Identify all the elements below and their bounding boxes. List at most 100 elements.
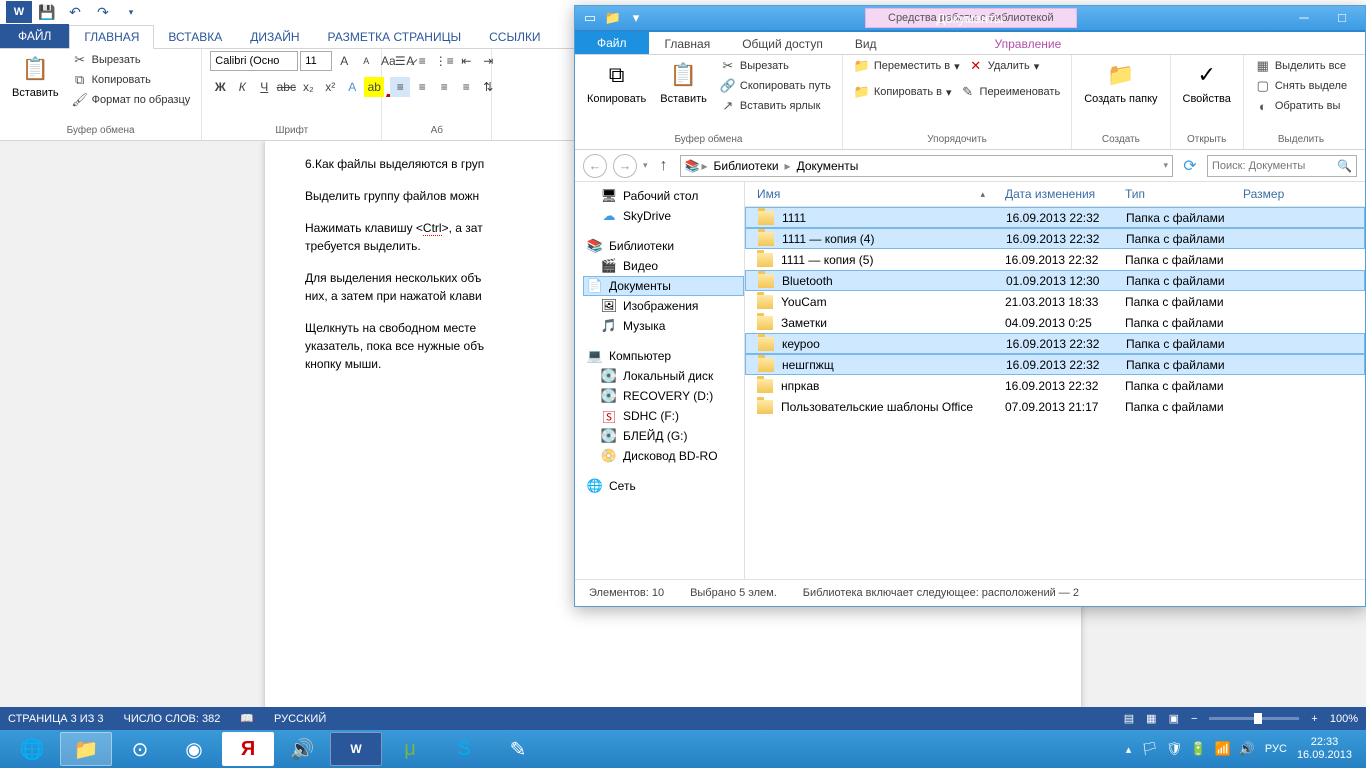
address-bar[interactable]: 📚 ▸ Библиотеки ▸ Документы ▾ <box>680 155 1173 177</box>
superscript-icon[interactable]: x² <box>320 77 340 97</box>
tree-desktop[interactable]: 🖥Рабочий стол <box>583 186 744 206</box>
tree-bd[interactable]: 📀Дисковод BD-RO <box>583 446 744 466</box>
italic-icon[interactable]: К <box>232 77 252 97</box>
nav-back-button[interactable]: ← <box>583 154 607 178</box>
col-name[interactable]: Имя▴ <box>745 187 1005 201</box>
ex-selnone-button[interactable]: ▢Снять выделе <box>1252 77 1350 95</box>
tree-music[interactable]: 🎵Музыка <box>583 316 744 336</box>
tray-clock[interactable]: 22:33 16.09.2013 <box>1297 736 1352 762</box>
status-language[interactable]: РУССКИЙ <box>274 713 326 725</box>
align-right-icon[interactable]: ≡ <box>434 77 454 97</box>
tray-language[interactable]: РУС <box>1265 743 1287 755</box>
explorer-titlebar[interactable]: ▭ 📁 ▾ Средства работы с библиотекой Доку… <box>575 6 1365 32</box>
nav-forward-button[interactable]: → <box>613 154 637 178</box>
refresh-button[interactable]: ⟳ <box>1179 155 1201 177</box>
taskbar-chrome[interactable]: ◉ <box>168 732 220 766</box>
word-tab-home[interactable]: ГЛАВНАЯ <box>69 25 154 49</box>
highlight-icon[interactable]: ab <box>364 77 384 97</box>
tree-computer[interactable]: 💻Компьютер <box>583 346 744 366</box>
explorer-tab-view[interactable]: Вид <box>839 34 893 54</box>
explorer-tab-home[interactable]: Главная <box>649 34 727 54</box>
zoom-level[interactable]: 100% <box>1330 713 1358 725</box>
file-row[interactable]: нешгпжщ16.09.2013 22:32Папка с файлами <box>745 354 1365 375</box>
undo-icon[interactable]: ↶ <box>62 1 88 23</box>
word-tab-design[interactable]: ДИЗАЙН <box>236 26 313 48</box>
redo-icon[interactable]: ↷ <box>90 1 116 23</box>
ex-paste-button[interactable]: 📋Вставить <box>656 57 711 107</box>
strike-icon[interactable]: abc <box>276 77 296 97</box>
nav-up-button[interactable]: ↑ <box>654 156 674 176</box>
breadcrumb[interactable]: Документы <box>793 159 863 173</box>
file-row[interactable]: 1111 — копия (4)16.09.2013 22:32Папка с … <box>745 228 1365 249</box>
save-icon[interactable]: 💾 <box>34 1 60 23</box>
ex-move-button[interactable]: 📁Переместить в ▾ <box>851 57 963 75</box>
ex-copypath-button[interactable]: 🔗Скопировать путь <box>717 77 834 95</box>
format-painter-button[interactable]: 🖌Формат по образцу <box>69 91 194 109</box>
align-center-icon[interactable]: ≡ <box>412 77 432 97</box>
col-date[interactable]: Дата изменения <box>1005 187 1125 201</box>
qat-dropdown-icon[interactable]: ▾ <box>118 1 144 23</box>
ex-newfolder-button[interactable]: 📁Создать папку <box>1080 57 1161 107</box>
nav-history-dropdown[interactable]: ▾ <box>643 160 648 171</box>
minimize-button[interactable]: ─ <box>1285 6 1323 28</box>
tree-recovery[interactable]: 💽RECOVERY (D:) <box>583 386 744 406</box>
breadcrumb[interactable]: Библиотеки <box>710 159 783 173</box>
tray-sound-icon[interactable]: 🔊 <box>1239 741 1255 757</box>
align-left-icon[interactable]: ≡ <box>390 77 410 97</box>
word-app-icon[interactable]: W <box>6 1 32 23</box>
word-tab-layout[interactable]: РАЗМЕТКА СТРАНИЦЫ <box>314 26 476 48</box>
multilevel-icon[interactable]: ⋮≡ <box>434 51 454 71</box>
grow-font-icon[interactable]: A <box>334 51 354 71</box>
taskbar-word[interactable]: W <box>330 732 382 766</box>
tree-videos[interactable]: 🎬Видео <box>583 256 744 276</box>
taskbar-utorrent[interactable]: μ <box>384 732 436 766</box>
col-size[interactable]: Размер <box>1243 187 1323 201</box>
explorer-tab-manage[interactable]: Управление <box>979 34 1078 54</box>
search-input[interactable]: Поиск: Документы🔍 <box>1207 155 1357 177</box>
tree-sdhc[interactable]: 🅂SDHC (F:) <box>583 406 744 426</box>
tray-flag-icon[interactable]: 🏳 <box>1141 741 1158 757</box>
copy-button[interactable]: ⧉Копировать <box>69 71 194 89</box>
tree-libraries[interactable]: 📚Библиотеки <box>583 236 744 256</box>
taskbar-yandex[interactable]: Я <box>222 732 274 766</box>
file-row[interactable]: кеурoo16.09.2013 22:32Папка с файлами <box>745 333 1365 354</box>
tray-shield-icon[interactable]: 🛡 <box>1166 741 1183 757</box>
shrink-font-icon[interactable]: A <box>356 51 376 71</box>
explorer-tab-file[interactable]: Файл <box>575 32 649 54</box>
tray-wifi-icon[interactable]: 📶 <box>1215 741 1231 757</box>
ex-rename-button[interactable]: ✎Переименовать <box>957 83 1064 101</box>
view-print-icon[interactable]: ▦ <box>1146 712 1156 725</box>
bullets-icon[interactable]: ☰ <box>390 51 410 71</box>
tree-documents[interactable]: 📄Документы <box>583 276 744 296</box>
tree-pictures[interactable]: 🖼Изображения <box>583 296 744 316</box>
zoom-slider[interactable] <box>1209 717 1299 720</box>
underline-icon[interactable]: Ч <box>254 77 274 97</box>
paste-button[interactable]: 📋 Вставить <box>8 51 63 101</box>
file-row[interactable]: 111116.09.2013 22:32Папка с файлами <box>745 207 1365 228</box>
explorer-tab-share[interactable]: Общий доступ <box>726 34 839 54</box>
maximize-button[interactable]: □ <box>1323 6 1361 28</box>
cut-button[interactable]: ✂Вырезать <box>69 51 194 69</box>
word-tab-file[interactable]: ФАЙЛ <box>0 24 69 48</box>
status-words[interactable]: ЧИСЛО СЛОВ: 382 <box>124 713 221 725</box>
taskbar-explorer[interactable]: 📁 <box>60 732 112 766</box>
ex-props-button[interactable]: ✓Свойства <box>1179 57 1235 107</box>
file-row[interactable]: 1111 — копия (5)16.09.2013 22:32Папка с … <box>745 249 1365 270</box>
view-web-icon[interactable]: ▣ <box>1169 712 1179 725</box>
taskbar-app[interactable]: ✎ <box>492 732 544 766</box>
zoom-in-icon[interactable]: + <box>1311 713 1317 725</box>
ex-cut-button[interactable]: ✂Вырезать <box>717 57 834 75</box>
explorer-qat-folder-icon[interactable]: 📁 <box>602 8 624 28</box>
tree-network[interactable]: 🌐Сеть <box>583 476 744 496</box>
ex-shortcut-button[interactable]: ↗Вставить ярлык <box>717 97 834 115</box>
explorer-qat-props-icon[interactable]: ▾ <box>625 8 647 28</box>
tray-battery-icon[interactable]: 🔋 <box>1190 741 1206 757</box>
taskbar-ie[interactable]: 🌐 <box>6 732 58 766</box>
taskbar-volume[interactable]: 🔊 <box>276 732 328 766</box>
word-tab-references[interactable]: ССЫЛКИ <box>475 26 554 48</box>
file-row[interactable]: нпркав16.09.2013 22:32Папка с файлами <box>745 375 1365 396</box>
addr-dropdown-icon[interactable]: ▾ <box>1163 160 1168 171</box>
numbering-icon[interactable]: ≡ <box>412 51 432 71</box>
file-row[interactable]: Заметки04.09.2013 0:25Папка с файлами <box>745 312 1365 333</box>
tree-skydrive[interactable]: ☁SkyDrive <box>583 206 744 226</box>
